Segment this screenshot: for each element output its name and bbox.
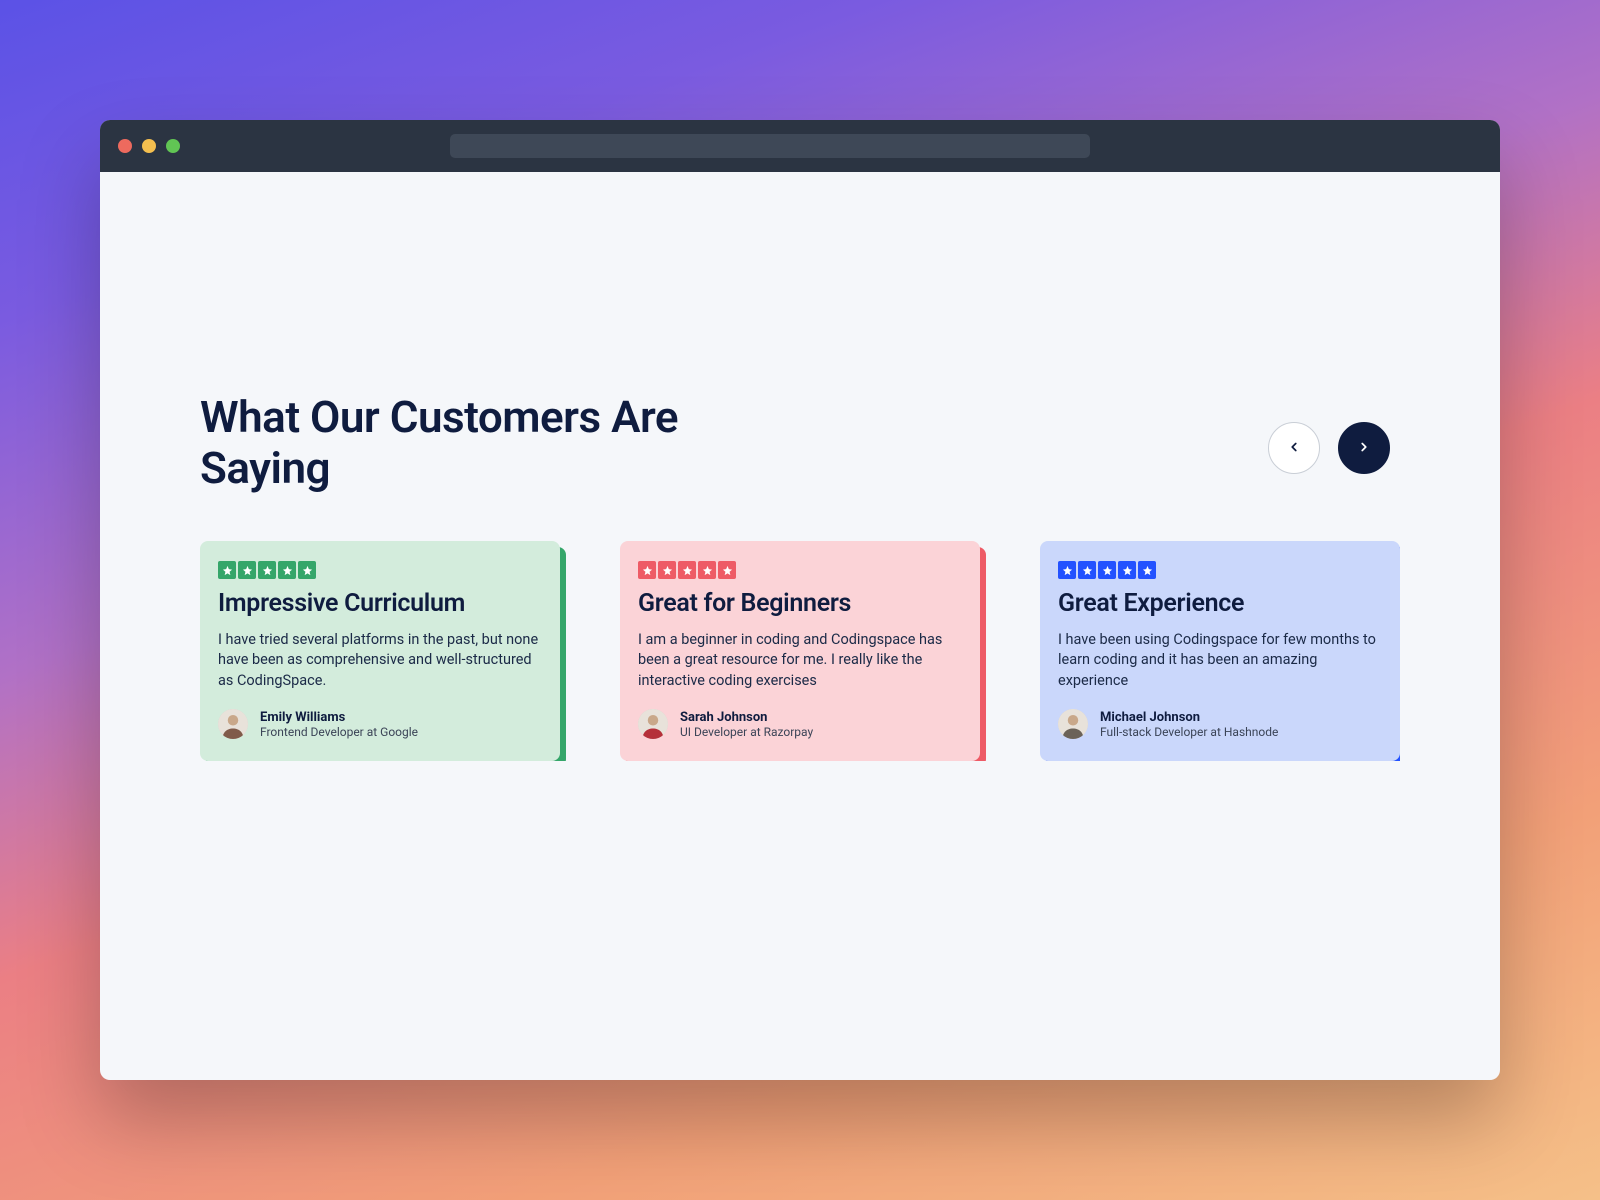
- star-icon: [1078, 561, 1096, 579]
- star-icon: [678, 561, 696, 579]
- testimonial-card: Great for Beginners I am a beginner in c…: [620, 541, 980, 761]
- star-icon: [298, 561, 316, 579]
- rating-stars: [218, 561, 542, 579]
- star-icon: [1118, 561, 1136, 579]
- window-close-button[interactable]: [118, 139, 132, 153]
- chevron-right-icon: [1357, 439, 1371, 458]
- carousel-nav: [1268, 422, 1390, 474]
- testimonial-body: I have been using Codingspace for few mo…: [1058, 630, 1382, 691]
- author-name: Michael Johnson: [1100, 710, 1278, 725]
- avatar: [218, 709, 248, 739]
- star-icon: [218, 561, 236, 579]
- testimonial-card: Great Experience I have been using Codin…: [1040, 541, 1400, 761]
- testimonial-author: Sarah Johnson UI Developer at Razorpay: [638, 709, 962, 739]
- star-icon: [638, 561, 656, 579]
- window-minimize-button[interactable]: [142, 139, 156, 153]
- testimonial-author: Emily Williams Frontend Developer at Goo…: [218, 709, 542, 739]
- testimonial-card: Impressive Curriculum I have tried sever…: [200, 541, 560, 761]
- browser-titlebar: [100, 120, 1500, 172]
- chevron-left-icon: [1287, 439, 1301, 458]
- star-icon: [698, 561, 716, 579]
- browser-url-bar[interactable]: [450, 134, 1090, 158]
- star-icon: [658, 561, 676, 579]
- testimonial-body: I am a beginner in coding and Codingspac…: [638, 630, 962, 691]
- testimonial-body: I have tried several platforms in the pa…: [218, 630, 542, 691]
- rating-stars: [638, 561, 962, 579]
- testimonial-title: Great Experience: [1058, 589, 1382, 618]
- avatar: [638, 709, 668, 739]
- star-icon: [258, 561, 276, 579]
- star-icon: [1138, 561, 1156, 579]
- testimonial-cards: Impressive Curriculum I have tried sever…: [200, 541, 1400, 761]
- carousel-next-button[interactable]: [1338, 422, 1390, 474]
- browser-window: What Our Customers Are Saying: [100, 120, 1500, 1080]
- author-role: UI Developer at Razorpay: [680, 725, 813, 739]
- avatar: [1058, 709, 1088, 739]
- testimonial-author: Michael Johnson Full-stack Developer at …: [1058, 709, 1382, 739]
- author-role: Full-stack Developer at Hashnode: [1100, 725, 1278, 739]
- author-name: Emily Williams: [260, 710, 418, 725]
- window-maximize-button[interactable]: [166, 139, 180, 153]
- rating-stars: [1058, 561, 1382, 579]
- page-content: What Our Customers Are Saying: [100, 172, 1500, 1080]
- star-icon: [1058, 561, 1076, 579]
- carousel-prev-button[interactable]: [1268, 422, 1320, 474]
- testimonial-title: Great for Beginners: [638, 589, 962, 618]
- section-heading: What Our Customers Are Saying: [200, 392, 760, 493]
- star-icon: [718, 561, 736, 579]
- author-name: Sarah Johnson: [680, 710, 813, 725]
- author-role: Frontend Developer at Google: [260, 725, 418, 739]
- testimonial-title: Impressive Curriculum: [218, 589, 542, 618]
- star-icon: [278, 561, 296, 579]
- star-icon: [1098, 561, 1116, 579]
- star-icon: [238, 561, 256, 579]
